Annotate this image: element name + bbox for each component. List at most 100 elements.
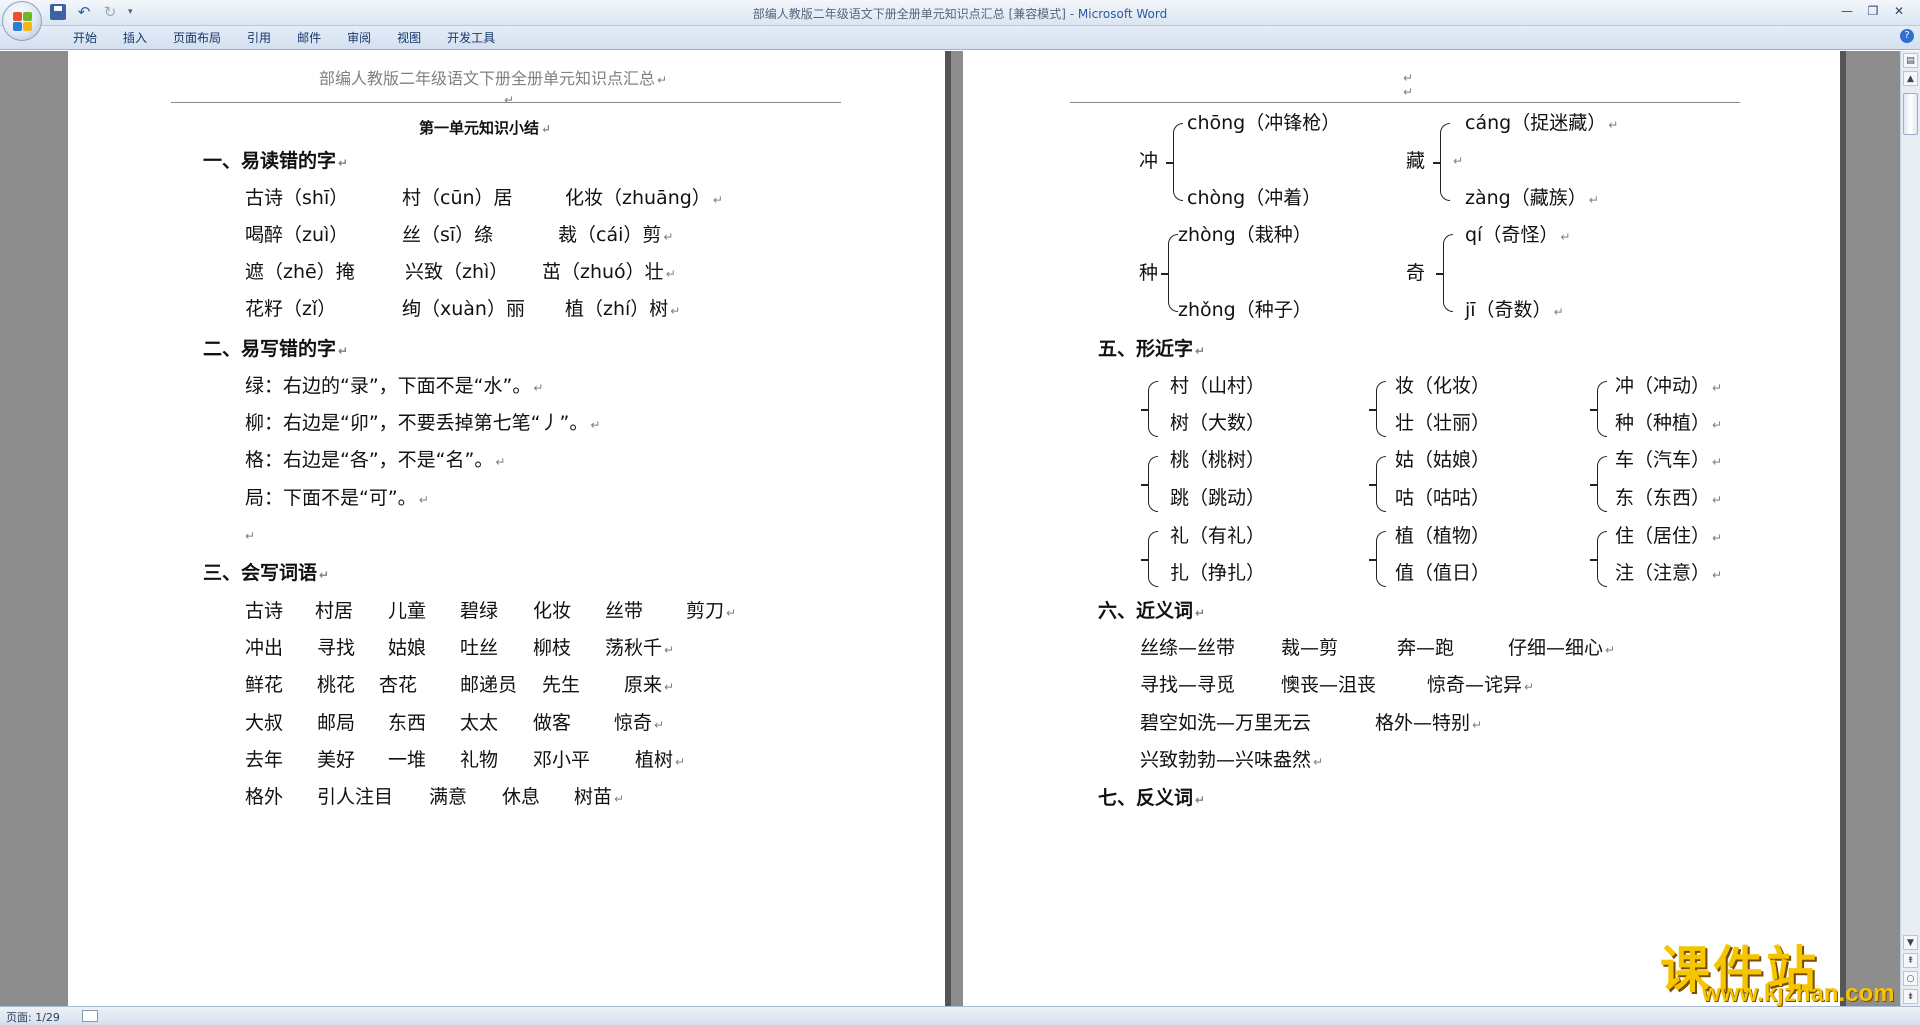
word-item: 遮（zhē）掩 (245, 261, 355, 283)
synonym-pair: 懊丧—沮丧 (1281, 674, 1377, 696)
brace (1141, 381, 1158, 437)
ruler-toggle-icon[interactable]: ▤ (1903, 53, 1918, 68)
page-count-status[interactable]: 页面: 1/29 (6, 1009, 60, 1025)
polyphone-char: 种 (1139, 262, 1159, 284)
synonym-pair: 寻找—寻觅 (1140, 674, 1236, 696)
vocab-word: 一堆 (388, 749, 427, 771)
word-item: 喝醉（zuì） (245, 224, 349, 246)
tab-home[interactable]: 开始 (60, 30, 110, 46)
word-item: 绚（xuàn）丽 (402, 298, 525, 320)
section-heading-2: 二、易写错的字 ↵ (203, 338, 349, 360)
select-browse-object-icon[interactable]: ○ (1903, 971, 1918, 986)
vocab-word: 东西 (388, 712, 427, 734)
text-line: 绿：右边的“录”，下面不是“水”。 ↵ (245, 375, 544, 397)
vocab-word: 引人注目 (317, 786, 394, 808)
tab-review[interactable]: 审阅 (334, 30, 384, 46)
similar-char: 礼（有礼） (1170, 525, 1266, 547)
vocab-word: 邓小平 (533, 749, 591, 771)
pinyin-reading: chòng（冲着） (1187, 187, 1322, 209)
tab-view[interactable]: 视图 (384, 30, 434, 46)
tab-developer[interactable]: 开发工具 (434, 30, 508, 46)
similar-char: 咕（咕咕） (1395, 487, 1491, 509)
document-page-left[interactable]: 部编人教版二年级语文下册全册单元知识点汇总 ↵ ↵ 第一单元知识小结 ↵ 一、易读错… (68, 51, 945, 1006)
tab-references[interactable]: 引用 (234, 30, 284, 46)
vocab-word: 桃花 (317, 674, 356, 696)
previous-page-icon[interactable]: ⇞ (1903, 953, 1918, 968)
paragraph-mark: ↵ (1453, 154, 1464, 168)
tab-insert[interactable]: 插入 (110, 30, 160, 46)
window-controls: — ❐ ✕ (1834, 2, 1912, 20)
page-shadow (1840, 51, 1846, 1006)
page-title: 第一单元知识小结 ↵ (419, 119, 552, 137)
pinyin-reading: qí（奇怪） ↵ (1465, 224, 1571, 246)
watermark-url: www.kjzhan.com (1702, 980, 1895, 1007)
synonym-pair: 仔细—细心 ↵ (1508, 637, 1616, 659)
vocab-word: 植树 ↵ (635, 749, 686, 771)
vertical-scrollbar[interactable]: ▤ ▲ ▼ ⇞ ○ ⇟ (1900, 51, 1920, 1006)
brace (1161, 234, 1178, 312)
similar-char: 东（东西） ↵ (1615, 487, 1723, 509)
brace (1141, 531, 1158, 587)
synonym-pair: 兴致勃勃—兴味盎然 ↵ (1140, 749, 1324, 771)
similar-char: 树（大数） (1170, 412, 1266, 434)
brace (1590, 531, 1607, 587)
synonym-pair: 格外—特别 ↵ (1375, 712, 1483, 734)
document-page-right[interactable]: ↵ ↵ 冲 chōng（冲锋枪） chòng（冲着） 藏 cáng（捉迷藏） ↵ … (963, 51, 1840, 1006)
vocab-word: 去年 (245, 749, 284, 771)
window-title: 部编人教版二年级语文下册全册单元知识点汇总 [兼容模式] - Microsoft… (0, 5, 1920, 22)
polyphone-char: 藏 (1406, 150, 1426, 172)
scroll-up-icon[interactable]: ▲ (1903, 71, 1918, 86)
title-bar: ↶ ↻ ▾ 部编人教版二年级语文下册全册单元知识点汇总 [兼容模式] - Mic… (0, 0, 1920, 41)
word-item: 兴致（zhì） (405, 261, 509, 283)
office-button[interactable] (2, 1, 42, 41)
help-icon[interactable]: ? (1900, 29, 1914, 43)
vocab-word: 姑娘 (388, 637, 427, 659)
vocab-word: 树苗 ↵ (574, 786, 625, 808)
track-changes-status-icon[interactable] (82, 1010, 98, 1022)
close-icon[interactable]: ✕ (1886, 2, 1912, 20)
vocab-word: 化妆 (533, 600, 572, 622)
word-item: 丝（sī）绦 (402, 224, 494, 246)
next-page-icon[interactable]: ⇟ (1903, 989, 1918, 1004)
scroll-down-icon[interactable]: ▼ (1903, 935, 1918, 950)
text-line: 局：下面不是“可”。 ↵ (245, 487, 429, 509)
minimize-icon[interactable]: — (1834, 2, 1860, 20)
polyphone-char: 奇 (1406, 262, 1426, 284)
vocab-word: 惊奇 ↵ (614, 712, 665, 734)
section-heading-7: 七、反义词 ↵ (1098, 787, 1206, 809)
pinyin-reading: zhǒng（种子） (1178, 299, 1312, 321)
application-name: Microsoft Word (1077, 7, 1168, 21)
vocab-word: 吐丝 (460, 637, 499, 659)
vocab-word: 儿童 (388, 600, 427, 622)
vocab-word: 邮局 (317, 712, 356, 734)
vocab-word: 休息 (502, 786, 541, 808)
vocab-word: 先生 (542, 674, 581, 696)
similar-char: 植（植物） (1395, 525, 1491, 547)
brace (1433, 123, 1450, 201)
pinyin-reading: zàng（藏族） ↵ (1465, 187, 1599, 209)
restore-icon[interactable]: ❐ (1860, 2, 1886, 20)
similar-char: 跳（跳动） (1170, 487, 1266, 509)
tab-mailings[interactable]: 邮件 (284, 30, 334, 46)
synonym-pair: 惊奇—诧异 ↵ (1427, 674, 1535, 696)
page-shadow (945, 51, 951, 1006)
tab-page-layout[interactable]: 页面布局 (160, 30, 234, 46)
word-item: 植（zhí）树 ↵ (565, 298, 681, 320)
similar-char: 住（居住） ↵ (1615, 525, 1723, 547)
brace (1369, 531, 1386, 587)
ribbon-tab-bar: 开始 插入 页面布局 引用 邮件 审阅 视图 开发工具 ? (0, 26, 1920, 50)
pinyin-reading: jī（奇数） ↵ (1465, 299, 1564, 321)
vocab-word: 古诗 (245, 600, 284, 622)
synonym-pair: 丝绦—丝带 (1140, 637, 1236, 659)
scrollbar-thumb[interactable] (1903, 93, 1918, 135)
section-heading-3: 三、会写词语 ↵ (203, 562, 330, 584)
office-logo-icon (13, 12, 33, 32)
vocab-word: 鲜花 (245, 674, 284, 696)
page-header: 部编人教版二年级语文下册全册单元知识点汇总 ↵ (319, 69, 668, 88)
vocab-word: 碧绿 (460, 600, 499, 622)
vocab-word: 美好 (317, 749, 356, 771)
similar-char: 注（注意） ↵ (1615, 562, 1723, 584)
vocab-word: 丝带 (605, 600, 644, 622)
word-item: 花籽（zǐ） (245, 298, 337, 320)
site-watermark: 课件站 www.kjzhan.com (1660, 930, 1900, 1010)
